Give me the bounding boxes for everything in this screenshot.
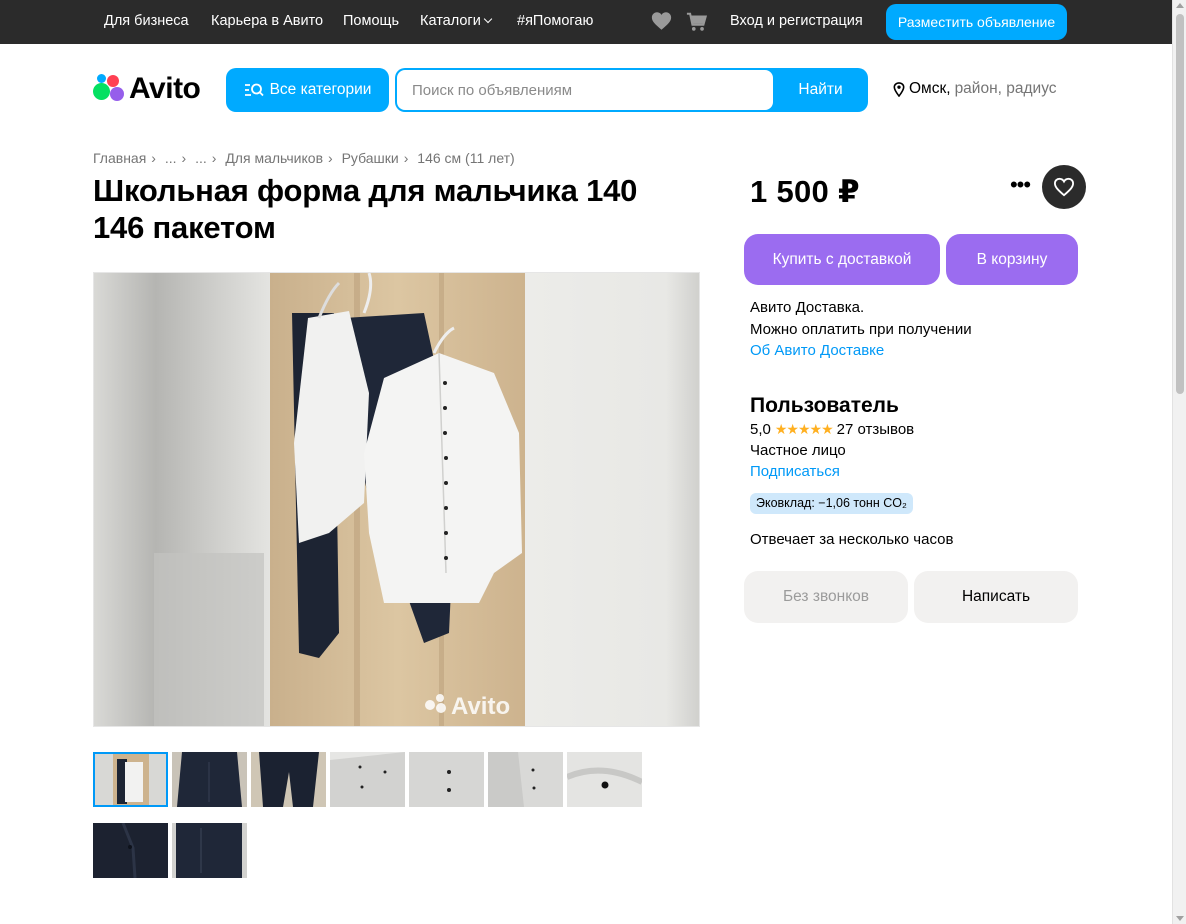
seller-type: Частное лицо [750,442,846,459]
thumbnail[interactable] [172,823,247,878]
delivery-line: Авито Доставка. [750,299,865,316]
logo-text: Avito [129,72,201,105]
thumbnail[interactable] [93,823,168,878]
listing-title: Школьная форма для мальчика 140 146 паке… [93,173,638,245]
buy-with-delivery-button[interactable]: Купить с доставкой [744,234,940,285]
breadcrumb: Главная › ... › ... › Для мальчиков › Рубашк… [93,150,515,166]
breadcrumb-item[interactable]: Главная [93,150,146,166]
thumbnail[interactable] [409,752,484,807]
location-pin-icon [893,81,905,97]
avito-logo[interactable]: Avito [93,72,201,106]
seller-rating: 5,0 ★★★★★ 27 отзывов [750,421,914,438]
favorite-heart-icon[interactable] [1042,165,1086,209]
watermark-text: Avito [451,693,510,720]
heart-icon[interactable] [651,11,672,36]
price: 1 500 ₽ [750,174,860,209]
breadcrumb-item[interactable]: ... [165,150,177,166]
more-icon[interactable]: ••• [1008,174,1032,200]
nav-link-help[interactable]: Помощь [343,13,399,29]
scroll-up-arrow[interactable] [1176,3,1184,8]
main-photo[interactable]: Avito [93,272,700,727]
breadcrumb-item[interactable]: 146 см (11 лет) [417,150,514,166]
reviews-link[interactable]: 27 отзывов [837,421,915,438]
thumbnail[interactable] [567,752,642,807]
thumbnail[interactable] [488,752,563,807]
photo-school-uniform: Avito [94,273,699,726]
nav-link-catalogs[interactable]: Каталоги [420,13,493,29]
thumbnail[interactable] [251,752,326,807]
location-selector[interactable]: Омск, район, радиус [893,80,1057,98]
chevron-down-icon [483,14,493,24]
nav-link-catalogs-label: Каталоги [420,13,481,29]
breadcrumb-item[interactable]: Рубашки [342,150,399,166]
eco-badge[interactable]: Эковклад: −1,06 тонн CO₂ [750,493,913,514]
logo-dots [93,73,125,105]
all-categories-button[interactable]: Все категории [226,68,389,112]
search-button[interactable]: Найти [773,68,868,112]
nav-link-career[interactable]: Карьера в Авито [211,13,323,29]
subscribe-link[interactable]: Подписаться [750,463,840,480]
cart-icon[interactable] [686,11,708,38]
seller-name[interactable]: Пользователь [750,394,899,418]
scroll-down-arrow[interactable] [1176,916,1184,921]
thumbnail[interactable] [172,752,247,807]
delivery-info: Авито Доставка. Можно оплатить при получ… [750,297,972,362]
post-ad-button[interactable]: Разместить объявление [886,4,1067,40]
nav-link-ihelp[interactable]: #яПомогаю [517,13,593,29]
breadcrumb-item[interactable]: ... [195,150,207,166]
breadcrumb-item[interactable]: Для мальчиков [225,150,323,166]
delivery-info-link[interactable]: Об Авито Доставке [750,340,972,362]
all-categories-label: Все категории [269,81,372,98]
thumbnail[interactable] [93,752,168,807]
top-navigation-bar: Для бизнеса Карьера в Авито Помощь Катал… [0,0,1172,44]
page-scrollbar[interactable] [1172,0,1186,924]
search-icon [244,83,264,97]
login-link[interactable]: Вход и регистрация [730,13,863,29]
delivery-line: Можно оплатить при получении [750,320,972,338]
no-calls-button[interactable]: Без звонков [744,571,908,623]
nav-link-business[interactable]: Для бизнеса [104,13,189,29]
add-to-cart-button[interactable]: В корзину [946,234,1078,285]
write-message-button[interactable]: Написать [914,571,1078,623]
search-input[interactable] [397,70,773,110]
location-city: Омск, [909,80,951,97]
reply-time: Отвечает за несколько часов [750,531,954,548]
rating-value: 5,0 [750,421,771,438]
scrollbar-thumb[interactable] [1176,14,1184,394]
thumbnail[interactable] [330,752,405,807]
location-extra: район, радиус [954,80,1057,97]
search-bar: Найти [395,68,868,112]
star-icon: ★★★★★ [774,421,834,437]
